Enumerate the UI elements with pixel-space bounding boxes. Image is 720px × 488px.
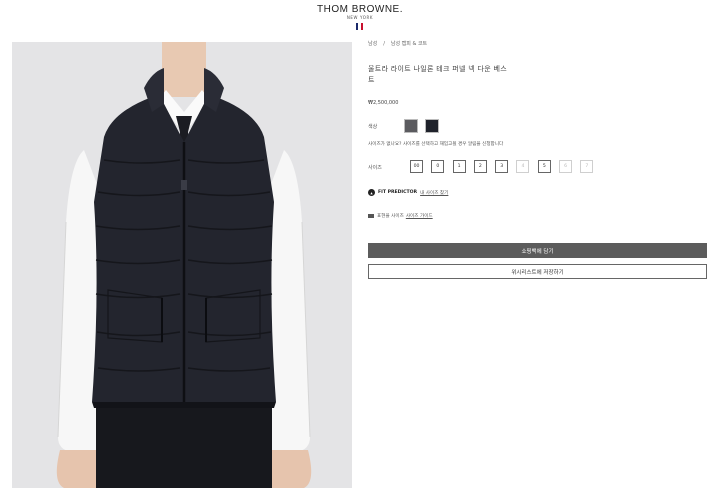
save-to-wishlist-button[interactable]: 위시리스트에 저장하기 (368, 264, 707, 279)
fit-predictor: ▲ FIT PREDICTOR 내 사이즈 찾기 (368, 189, 448, 196)
size-option-3[interactable]: 3 (495, 160, 509, 173)
size-selector: 00 0 1 2 3 4 5 6 7 (410, 160, 602, 173)
find-my-size-link[interactable]: 내 사이즈 찾기 (420, 190, 448, 196)
size-guide-link[interactable]: 사이즈 가이드 (406, 213, 433, 219)
size-guide-row: 표현을 사이즈 사이즈 가이드 (368, 213, 433, 219)
size-option-1[interactable]: 1 (452, 160, 466, 173)
size-label: 사이즈 (368, 165, 382, 171)
color-swatch-navy[interactable] (425, 119, 439, 133)
size-option-6[interactable]: 6 (559, 160, 573, 173)
size-guide-text: 표현을 사이즈 (377, 214, 404, 219)
size-option-00[interactable]: 00 (410, 160, 423, 173)
down-vest-photo (12, 42, 352, 488)
color-swatch-grey[interactable] (404, 119, 418, 133)
add-to-cart-button[interactable]: 쇼핑백에 담기 (368, 243, 707, 258)
size-option-0[interactable]: 0 (431, 160, 445, 173)
product-image[interactable] (12, 42, 352, 488)
brand-logo[interactable]: THOM BROWNE. (0, 4, 720, 15)
size-option-2[interactable]: 2 (473, 160, 487, 173)
color-label: 색상 (368, 124, 378, 130)
product-price: ₩2,500,000 (368, 100, 399, 106)
brand-subtitle: NEW YORK (346, 15, 374, 20)
size-option-7[interactable]: 7 (580, 160, 594, 173)
size-option-5[interactable]: 5 (537, 160, 551, 173)
breadcrumb-item-men[interactable]: 남성 (368, 41, 377, 47)
breadcrumb-separator: / (383, 41, 385, 47)
size-restock-note: 사이즈가 없나요? 사이즈를 선택하고 재입고될 경우 알림을 신청합니다 (368, 142, 504, 147)
size-option-4[interactable]: 4 (516, 160, 530, 173)
product-title: 울트라 라이트 나일론 테크 퍼넬 넥 다운 베스트 (368, 65, 507, 84)
ruler-icon (368, 214, 374, 218)
fit-predictor-label: FIT PREDICTOR (378, 190, 418, 195)
breadcrumb-item-coats[interactable]: 남성 캡피 & 코트 (391, 41, 427, 47)
tricolor-flag-icon (356, 23, 363, 30)
fit-predictor-icon: ▲ (368, 189, 375, 196)
breadcrumb: 남성 / 남성 캡피 & 코트 (368, 40, 427, 47)
site-header: THOM BROWNE. NEW YORK (0, 0, 720, 38)
